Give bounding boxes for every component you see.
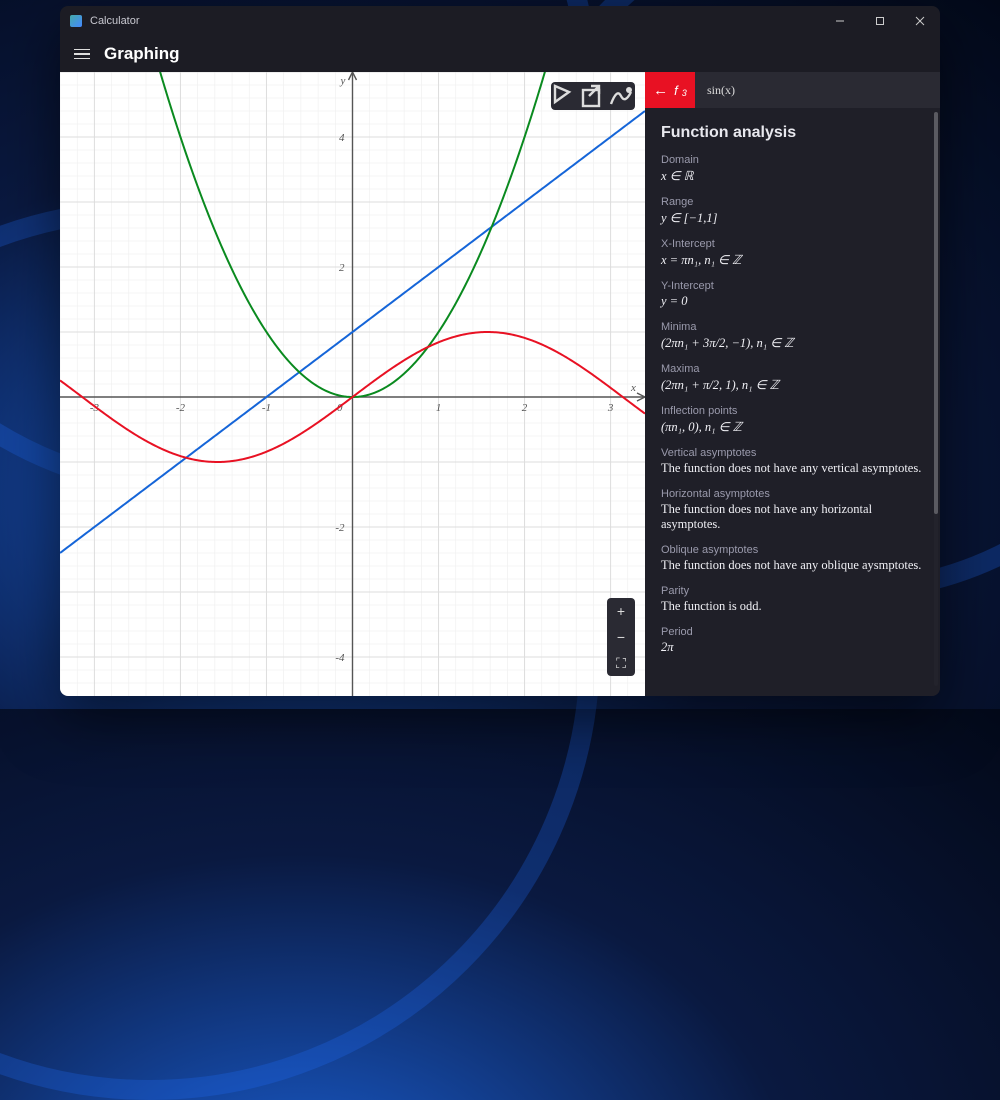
analysis-minima: Minima (2πn₁ + 3π/2, −1), n₁ ∈ ℤ: [661, 321, 924, 351]
analysis-x-intercept: X-Intercept x = πn₁, n₁ ∈ ℤ: [661, 238, 924, 268]
svg-text:-2: -2: [335, 522, 345, 534]
prop-label: Horizontal asymptotes: [661, 488, 924, 500]
analysis-range: Range y ∈ [−1,1]: [661, 196, 924, 226]
analysis-parity: Parity The function is odd.: [661, 585, 924, 614]
zoom-fit-button[interactable]: ⛶: [607, 650, 635, 676]
svg-text:4: 4: [339, 132, 345, 144]
prop-value: x = πn₁, n₁ ∈ ℤ: [661, 252, 924, 268]
app-window: Calculator Graphing -3-2-1123-4-224xy0: [60, 6, 940, 696]
zoom-controls: + − ⛶: [607, 598, 635, 676]
analysis-domain: Domain x ∈ ℝ: [661, 154, 924, 184]
back-arrow-icon: ←: [653, 82, 668, 99]
prop-value: The function does not have any vertical …: [661, 461, 924, 476]
zoom-in-button[interactable]: +: [607, 598, 635, 624]
prop-label: Period: [661, 626, 924, 638]
function-expression[interactable]: sin(x): [695, 72, 940, 108]
prop-value: 2π: [661, 640, 924, 655]
prop-label: Domain: [661, 154, 924, 166]
analysis-horizontal-asymptotes: Horizontal asymptotes The function does n…: [661, 488, 924, 532]
analysis-heading: Function analysis: [661, 124, 924, 142]
mode-title: Graphing: [104, 44, 180, 64]
svg-text:3: 3: [607, 402, 614, 414]
titlebar[interactable]: Calculator: [60, 6, 940, 36]
header: Graphing: [60, 36, 940, 72]
analysis-inflection-points: Inflection points (πn₁, 0), n₁ ∈ ℤ: [661, 405, 924, 435]
prop-label: Maxima: [661, 363, 924, 375]
app-title: Calculator: [90, 15, 140, 27]
prop-value: (πn₁, 0), n₁ ∈ ℤ: [661, 419, 924, 435]
maximize-button[interactable]: [860, 6, 900, 36]
prop-label: X-Intercept: [661, 238, 924, 250]
analysis-period: Period 2π: [661, 626, 924, 655]
prop-value: (2πn₁ + π/2, 1), n₁ ∈ ℤ: [661, 377, 924, 393]
hamburger-icon[interactable]: [74, 49, 90, 60]
prop-label: Oblique asymptotes: [661, 544, 924, 556]
analysis-maxima: Maxima (2πn₁ + π/2, 1), n₁ ∈ ℤ: [661, 363, 924, 393]
analysis-vertical-asymptotes: Vertical asymptotes The function does not…: [661, 447, 924, 476]
analysis-oblique-asymptotes: Oblique asymptotes The function does not …: [661, 544, 924, 573]
prop-value: The function is odd.: [661, 599, 924, 614]
graph-options-button[interactable]: [607, 82, 635, 110]
prop-value: x ∈ ℝ: [661, 168, 924, 184]
minimize-button[interactable]: [820, 6, 860, 36]
svg-text:1: 1: [436, 402, 442, 414]
prop-value: y = 0: [661, 294, 924, 309]
close-button[interactable]: [900, 6, 940, 36]
prop-label: Inflection points: [661, 405, 924, 417]
svg-text:2: 2: [522, 402, 528, 414]
back-button[interactable]: ← f3: [645, 72, 695, 108]
analysis-y-intercept: Y-Intercept y = 0: [661, 280, 924, 309]
trace-button[interactable]: [551, 82, 579, 110]
svg-text:2: 2: [339, 262, 345, 274]
svg-text:-1: -1: [262, 402, 271, 414]
prop-value: The function does not have any oblique a…: [661, 558, 924, 573]
prop-label: Minima: [661, 321, 924, 333]
prop-label: Parity: [661, 585, 924, 597]
svg-text:x: x: [630, 382, 636, 394]
prop-label: Y-Intercept: [661, 280, 924, 292]
prop-value: (2πn₁ + 3π/2, −1), n₁ ∈ ℤ: [661, 335, 924, 351]
prop-value: y ∈ [−1,1]: [661, 210, 924, 226]
app-icon: [70, 15, 82, 27]
scrollbar[interactable]: [934, 112, 938, 686]
analysis-pane: ← f3 sin(x) Function analysis Domain x ∈ …: [645, 72, 940, 696]
zoom-out-button[interactable]: −: [607, 624, 635, 650]
svg-text:-4: -4: [335, 652, 345, 664]
graph-pane[interactable]: -3-2-1123-4-224xy0 + − ⛶: [60, 72, 645, 696]
prop-value: The function does not have any horizonta…: [661, 502, 924, 532]
share-button[interactable]: [579, 82, 607, 110]
graph-toolbar: [551, 82, 635, 110]
prop-label: Range: [661, 196, 924, 208]
svg-text:-2: -2: [176, 402, 186, 414]
prop-label: Vertical asymptotes: [661, 447, 924, 459]
graph-canvas[interactable]: -3-2-1123-4-224xy0: [60, 72, 645, 696]
svg-text:y: y: [340, 75, 346, 87]
